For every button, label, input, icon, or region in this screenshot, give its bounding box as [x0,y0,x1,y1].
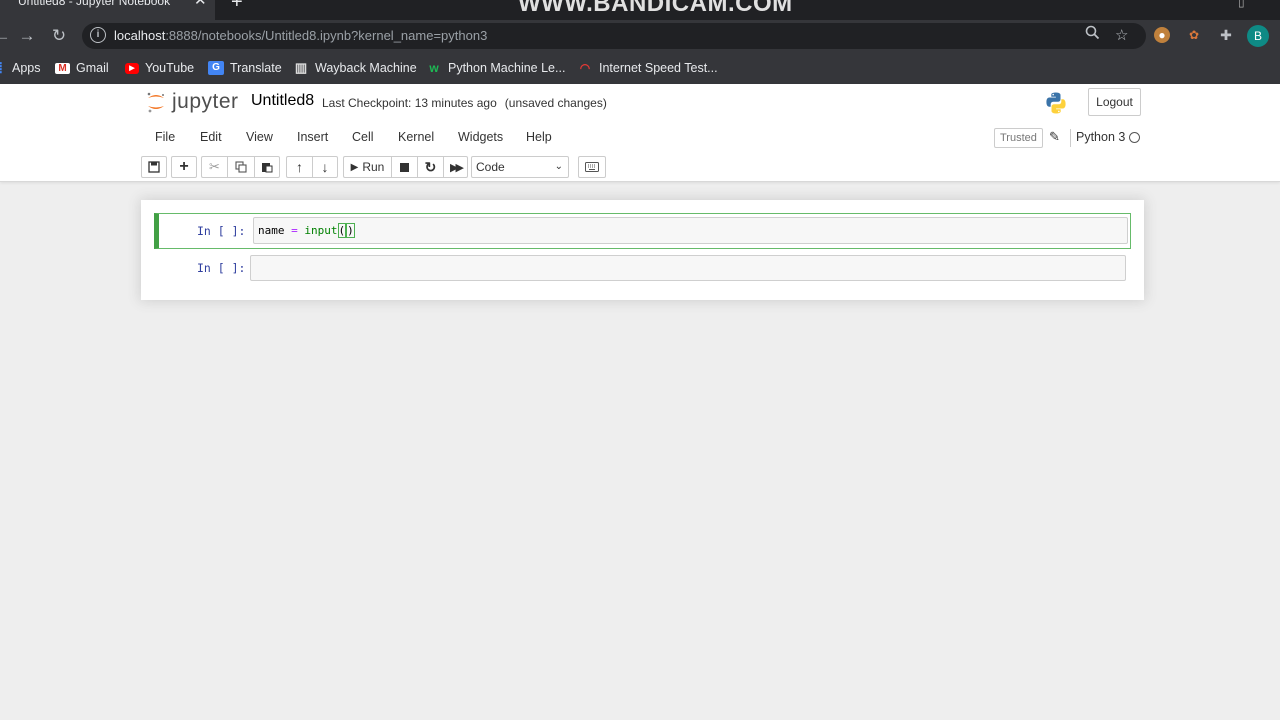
arrow-down-icon: ↓ [321,159,329,175]
bookmarks-bar: ⣿ Apps M Gmail ▶ YouTube G Translate ▥ W… [0,52,1280,84]
insert-cell-button[interactable]: + [171,156,197,178]
jupyter-logo-text: jupyter [172,90,239,113]
paste-icon [262,163,273,173]
wayback-icon: ▥ [294,60,308,75]
menu-insert[interactable]: Insert [297,130,328,144]
gmail-icon: M [55,62,70,74]
kernel-idle-indicator-icon [1129,132,1140,143]
cell-prompt: In [ ]: [197,224,246,238]
menu-help[interactable]: Help [526,130,552,144]
bookmark-favicon-icon: w [429,61,439,75]
speedtest-icon: ◠ [579,61,591,75]
code-text: name = input() [258,223,355,238]
save-button[interactable] [141,156,167,178]
notebook-container: In [ ]: name = input() In [ ]: [141,200,1144,300]
window-profile-icon: ▯ [1238,0,1245,9]
profile-avatar[interactable]: B [1247,25,1269,47]
new-tab-icon[interactable]: + [231,0,243,12]
move-down-button[interactable]: ↓ [312,156,338,178]
jupyter-logo[interactable]: jupyter [146,89,241,117]
menu-edit[interactable]: Edit [200,130,222,144]
code-input[interactable]: name = input() [253,217,1128,244]
fast-forward-icon: ▶▶ [450,161,464,174]
jupyter-header: jupyter Untitled8 Last Checkpoint: 13 mi… [0,84,1280,182]
run-button[interactable]: ▶ Run [343,156,391,178]
plus-icon: + [179,158,189,175]
jupyter-logo-icon [147,92,164,113]
kernel-name[interactable]: Python 3 [1076,130,1125,144]
menu-file[interactable]: File [155,130,175,144]
bookmark-python-ml[interactable]: w Python Machine Le... [426,59,565,77]
youtube-icon: ▶ [125,62,139,74]
last-checkpoint-text: Last Checkpoint: 13 minutes ago [322,96,497,110]
extensions-puzzle-icon[interactable]: ✚ [1218,27,1234,43]
cell-type-value: Code [476,160,505,174]
translate-icon: G [208,61,224,75]
checkpoint-status: Last Checkpoint: 13 minutes ago (unsaved … [322,96,607,110]
apps-grid-icon: ⣿ [0,61,6,75]
browser-tabstrip: Untitled8 - Jupyter Notebook ✕ + WWW.BAN… [0,0,1280,20]
trusted-indicator[interactable]: Trusted [994,128,1043,148]
recorder-watermark: WWW.BANDICAM.COM [518,0,793,17]
python-logo-icon [1046,92,1066,114]
bookmark-wayback[interactable]: ▥ Wayback Machine [293,59,417,77]
paste-button[interactable] [254,156,280,178]
code-cell-selected[interactable]: In [ ]: name = input() [154,213,1131,249]
back-arrow-icon[interactable]: ← [0,24,14,48]
reload-icon[interactable]: ↻ [47,24,71,48]
tab-close-icon[interactable]: ✕ [194,0,207,8]
bookmark-gmail[interactable]: M Gmail [55,59,109,77]
logout-button[interactable]: Logout [1088,88,1141,116]
command-palette-button[interactable] [578,156,606,178]
unsaved-changes-text: (unsaved changes) [504,96,607,110]
extension-cookie-icon[interactable]: ● [1154,27,1170,43]
zoom-search-icon[interactable] [1085,25,1100,47]
stop-icon [400,162,409,172]
notebook-name[interactable]: Untitled8 [251,92,314,110]
cell-type-select[interactable]: Code ⌄ [471,156,569,178]
bookmark-apps[interactable]: ⣿ Apps [0,59,41,77]
kernel-divider [1070,129,1071,147]
keyboard-icon [585,162,599,172]
menu-view[interactable]: View [246,130,273,144]
copy-icon [235,161,247,173]
extension-cookie2-icon[interactable]: ✿ [1186,27,1202,43]
save-icon [148,161,160,173]
restart-icon: ↻ [424,158,437,175]
copy-button[interactable] [227,156,254,178]
bookmark-translate[interactable]: G Translate [208,59,282,77]
menu-kernel[interactable]: Kernel [398,130,434,144]
run-label: Run [362,160,385,174]
code-input[interactable] [250,255,1126,281]
scissors-icon: ✂ [209,159,220,174]
bookmark-star-icon[interactable]: ☆ [1115,25,1128,47]
chevron-down-icon: ⌄ [554,161,563,172]
arrow-up-icon: ↑ [296,159,303,175]
interrupt-kernel-button[interactable] [391,156,417,178]
bookmark-youtube[interactable]: ▶ YouTube [125,59,194,77]
forward-arrow-icon[interactable]: → [15,24,39,48]
code-cell[interactable]: In [ ]: [154,250,1131,286]
tab-title[interactable]: Untitled8 - Jupyter Notebook [18,0,170,8]
notebook-menubar: File Edit View Insert Cell Kernel Widget… [141,124,1144,152]
move-up-button[interactable]: ↑ [286,156,312,178]
play-icon: ▶ [350,161,359,173]
menu-cell[interactable]: Cell [352,130,374,144]
cell-prompt: In [ ]: [197,261,246,275]
cut-button[interactable]: ✂ [201,156,227,178]
url-text[interactable]: localhost:8888/notebooks/Untitled8.ipynb… [114,28,487,43]
site-info-icon[interactable]: i [90,27,106,43]
restart-kernel-button[interactable]: ↻ [417,156,443,178]
address-bar[interactable]: i localhost:8888/notebooks/Untitled8.ipy… [82,23,1146,49]
restart-run-all-button[interactable]: ▶▶ [443,156,468,178]
edit-mode-pencil-icon: ✎ [1049,129,1060,144]
bookmark-speedtest[interactable]: ◠ Internet Speed Test... [577,59,718,77]
menu-widgets[interactable]: Widgets [458,130,503,144]
browser-toolbar: ← → ↻ i localhost:8888/notebooks/Untitle… [0,20,1280,52]
